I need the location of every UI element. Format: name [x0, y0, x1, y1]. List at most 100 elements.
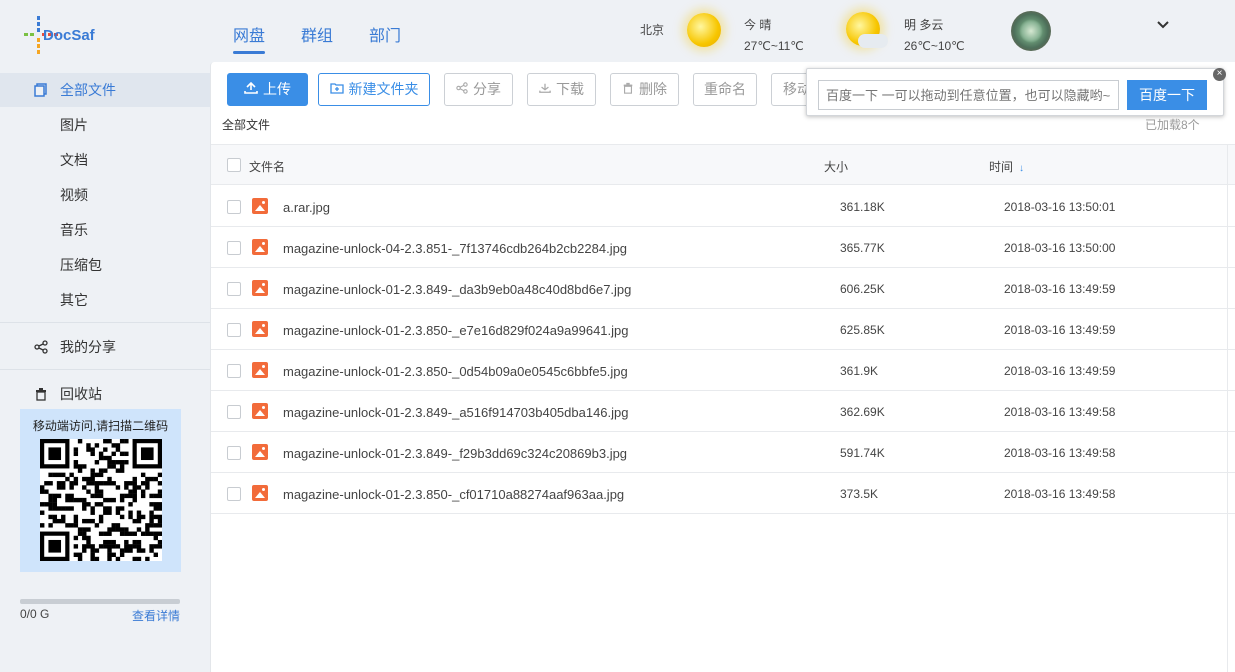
sidebar-item-my-share[interactable]: 我的分享 — [0, 330, 210, 364]
search-input[interactable] — [818, 80, 1119, 110]
main-panel: 上传 新建文件夹 分享 下载 删除 重命名 移动 全部文件 已加载8个 文件名 … — [210, 62, 1235, 672]
sidebar-item-all-files[interactable]: 全部文件 — [0, 73, 210, 107]
sidebar-item-documents[interactable]: 文档 — [0, 143, 210, 177]
header-filename[interactable]: 文件名 — [249, 158, 285, 175]
sidebar-item-recycle-bin[interactable]: 回收站 — [0, 377, 210, 411]
weather-today-temp: 27℃~11℃ — [744, 39, 804, 53]
weather-tomorrow-label: 明 多云 — [904, 18, 944, 32]
row-checkbox[interactable] — [227, 200, 241, 214]
file-name[interactable]: a.rar.jpg — [283, 200, 330, 215]
row-checkbox[interactable] — [227, 323, 241, 337]
row-checkbox[interactable] — [227, 241, 241, 255]
download-button[interactable]: 下载 — [527, 73, 596, 106]
table-row[interactable]: magazine-unlock-04-2.3.851-_7f13746cdb26… — [211, 227, 1235, 268]
qr-code-panel: 移动端访问,请扫描二维码 — [20, 409, 181, 572]
breadcrumb[interactable]: 全部文件 — [222, 116, 270, 133]
image-file-icon — [252, 444, 268, 460]
sidebar-item-videos[interactable]: 视频 — [0, 178, 210, 212]
file-size: 373.5K — [840, 487, 879, 501]
file-name[interactable]: magazine-unlock-01-2.3.849-_f29b3dd69c32… — [283, 446, 627, 461]
image-file-icon — [252, 280, 268, 296]
close-icon[interactable]: × — [1213, 68, 1226, 81]
new-folder-label: 新建文件夹 — [348, 81, 419, 97]
upload-button[interactable]: 上传 — [227, 73, 308, 106]
tab-departments[interactable]: 部门 — [369, 22, 401, 46]
image-file-icon — [252, 198, 268, 214]
table-row[interactable]: a.rar.jpg 361.18K 2018-03-16 13:50:01 — [211, 186, 1235, 227]
tab-netdisk[interactable]: 网盘 — [233, 22, 266, 54]
file-size: 365.77K — [840, 241, 885, 255]
file-size: 591.74K — [840, 446, 885, 460]
file-size: 625.85K — [840, 323, 885, 337]
file-name[interactable]: magazine-unlock-01-2.3.849-_a516f914703b… — [283, 405, 629, 420]
qr-code-image — [40, 439, 163, 562]
sidebar-divider — [0, 369, 210, 370]
image-file-icon — [252, 403, 268, 419]
table-row[interactable]: magazine-unlock-01-2.3.849-_da3b9eb0a48c… — [211, 268, 1235, 309]
storage-progress-bar — [20, 599, 180, 604]
sidebar-item-music[interactable]: 音乐 — [0, 213, 210, 247]
sidebar-item-label: 全部文件 — [60, 82, 116, 98]
file-time: 2018-03-16 13:49:59 — [1004, 323, 1116, 337]
table-row[interactable]: magazine-unlock-01-2.3.849-_f29b3dd69c32… — [211, 432, 1235, 473]
share-icon — [34, 330, 50, 366]
table-row[interactable]: magazine-unlock-01-2.3.850-_0d54b09a0e05… — [211, 350, 1235, 391]
tab-groups[interactable]: 群组 — [301, 22, 333, 46]
row-checkbox[interactable] — [227, 282, 241, 296]
baidu-search-widget[interactable]: 百度一下 × — [806, 68, 1226, 116]
file-name[interactable]: magazine-unlock-01-2.3.849-_da3b9eb0a48c… — [283, 282, 631, 297]
logo-text: DocSaf — [43, 27, 95, 44]
row-checkbox[interactable] — [227, 446, 241, 460]
weather-tomorrow-temp: 26℃~10℃ — [904, 39, 965, 53]
sidebar-divider — [0, 322, 210, 323]
select-all-checkbox[interactable] — [227, 158, 241, 172]
header-size[interactable]: 大小 — [824, 158, 848, 175]
image-file-icon — [252, 362, 268, 378]
file-name[interactable]: magazine-unlock-01-2.3.850-_cf01710a8827… — [283, 487, 624, 502]
sidebar-item-label: 我的分享 — [60, 339, 116, 355]
sidebar-item-label: 回收站 — [60, 386, 102, 402]
new-folder-button[interactable]: 新建文件夹 — [318, 73, 430, 106]
table-row[interactable]: magazine-unlock-01-2.3.849-_a516f914703b… — [211, 391, 1235, 432]
rename-label: 重命名 — [704, 81, 746, 97]
file-time: 2018-03-16 13:49:58 — [1004, 405, 1116, 419]
file-name[interactable]: magazine-unlock-01-2.3.850-_e7e16d829f02… — [283, 323, 629, 338]
sidebar-item-label: 压缩包 — [60, 257, 102, 273]
user-avatar[interactable] — [1011, 11, 1051, 51]
trash-icon — [622, 75, 634, 106]
header-time[interactable]: 时间 ↓ — [989, 158, 1024, 175]
table-row[interactable]: magazine-unlock-01-2.3.850-_e7e16d829f02… — [211, 309, 1235, 350]
table-row[interactable]: magazine-unlock-01-2.3.850-_cf01710a8827… — [211, 473, 1235, 514]
delete-button[interactable]: 删除 — [610, 73, 679, 106]
share-icon — [456, 75, 468, 106]
storage-details-link[interactable]: 查看详情 — [132, 607, 180, 624]
file-size: 361.18K — [840, 200, 885, 214]
row-checkbox[interactable] — [227, 405, 241, 419]
files-icon — [34, 73, 50, 109]
file-time: 2018-03-16 13:49:59 — [1004, 282, 1116, 296]
file-time: 2018-03-16 13:49:59 — [1004, 364, 1116, 378]
file-name[interactable]: magazine-unlock-01-2.3.850-_0d54b09a0e05… — [283, 364, 628, 379]
storage-usage: 0/0 G — [20, 607, 50, 621]
rename-button[interactable]: 重命名 — [693, 73, 757, 106]
share-button[interactable]: 分享 — [444, 73, 513, 106]
loaded-count: 已加载8个 — [1145, 118, 1200, 132]
image-file-icon — [252, 239, 268, 255]
sidebar-item-archives[interactable]: 压缩包 — [0, 248, 210, 282]
row-checkbox[interactable] — [227, 364, 241, 378]
search-button[interactable]: 百度一下 — [1127, 80, 1207, 110]
file-name[interactable]: magazine-unlock-04-2.3.851-_7f13746cdb26… — [283, 241, 627, 256]
sort-desc-icon: ↓ — [1019, 163, 1025, 174]
file-size: 606.25K — [840, 282, 885, 296]
image-file-icon — [252, 321, 268, 337]
share-label: 分享 — [473, 81, 501, 97]
column-divider — [1227, 144, 1228, 672]
row-checkbox[interactable] — [227, 487, 241, 501]
sidebar-item-label: 文档 — [60, 152, 88, 168]
sidebar-item-images[interactable]: 图片 — [0, 108, 210, 142]
qr-title: 移动端访问,请扫描二维码 — [32, 419, 169, 433]
file-time: 2018-03-16 13:50:01 — [1004, 200, 1116, 214]
upload-icon — [244, 75, 258, 106]
sidebar-item-others[interactable]: 其它 — [0, 283, 210, 317]
chevron-down-icon[interactable] — [1156, 17, 1170, 33]
